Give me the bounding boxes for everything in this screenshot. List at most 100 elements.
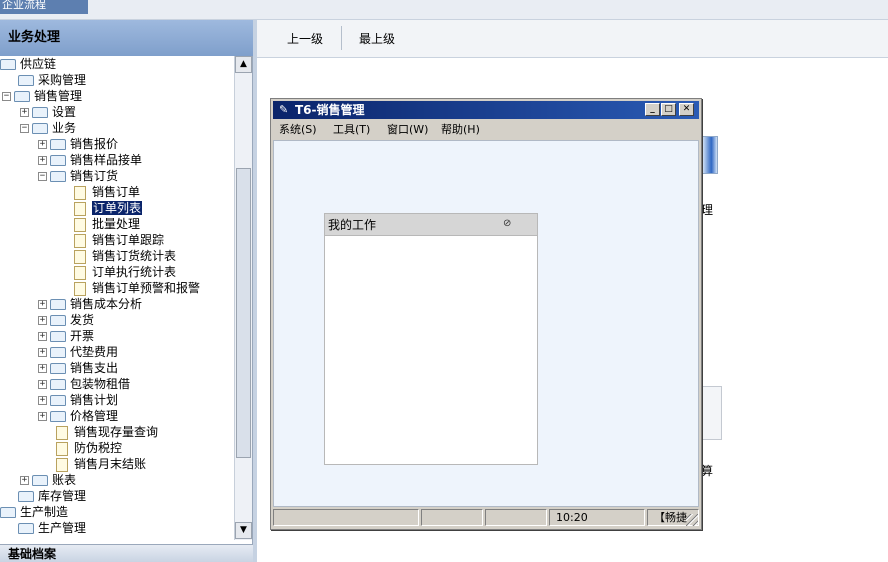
folder-icon (50, 411, 66, 422)
maximize-icon[interactable]: □ (661, 103, 676, 116)
folder-icon (18, 523, 34, 534)
collapse-icon[interactable]: − (38, 172, 47, 181)
collapse-icon[interactable]: − (20, 124, 29, 133)
expand-icon[interactable]: + (38, 316, 47, 325)
window-title-bar[interactable]: ✎ T6-销售管理 (273, 101, 699, 119)
document-icon (74, 233, 86, 248)
pin-icon[interactable]: ⊘ (503, 219, 515, 231)
tree-node-order-tracking[interactable]: 销售订单跟踪 (74, 232, 164, 248)
tree-node-business[interactable]: − 业务 (20, 120, 76, 136)
expand-icon[interactable]: + (38, 364, 47, 373)
my-work-header: 我的工作 ⊘ (325, 214, 537, 236)
tree-node-sales[interactable]: − 销售管理 (2, 88, 82, 104)
tree-node-settings[interactable]: + 设置 (20, 104, 76, 120)
menu-tools[interactable]: 工具(T) (333, 122, 370, 138)
my-work-panel: 我的工作 ⊘ (324, 213, 538, 465)
tree-node-advance-fees[interactable]: + 代垫费用 (38, 344, 118, 360)
document-icon (74, 217, 86, 232)
tree-node-stock-query[interactable]: 销售现存量查询 (56, 424, 158, 440)
folder-icon (50, 395, 66, 406)
tree-scrollbar[interactable]: ▲ ▼ (234, 56, 252, 540)
minimize-icon[interactable]: _ (645, 103, 660, 116)
tree-node-invoice[interactable]: + 开票 (38, 328, 94, 344)
expand-icon[interactable]: + (38, 348, 47, 357)
my-work-title: 我的工作 (328, 218, 377, 232)
tree-node-sales-expense[interactable]: + 销售支出 (38, 360, 118, 376)
document-icon (74, 185, 86, 200)
status-panel (421, 509, 483, 526)
module-icon[interactable] (702, 136, 718, 174)
tree-node-production[interactable]: 生产管理 (18, 520, 86, 536)
status-panel (273, 509, 419, 526)
folder-icon (0, 59, 16, 70)
tree-node-purchase[interactable]: 采购管理 (18, 72, 86, 88)
expand-icon[interactable]: + (38, 140, 47, 149)
expand-icon[interactable]: + (38, 396, 47, 405)
module-label-fragment: 理 (701, 203, 714, 217)
module-icon[interactable] (702, 386, 722, 440)
nav-separator (341, 26, 342, 50)
panel-header-business[interactable]: 业务处理 (0, 20, 253, 56)
tree-node-sales-order[interactable]: 销售订单 (74, 184, 140, 200)
tree-node-packaging[interactable]: + 包装物租借 (38, 376, 130, 392)
expand-icon[interactable]: + (38, 412, 47, 421)
tree-node-anti-fake-tax[interactable]: 防伪税控 (56, 440, 122, 456)
tree-node-order-alert[interactable]: 销售订单预警和报警 (74, 280, 200, 296)
expand-icon[interactable]: + (20, 108, 29, 117)
navigation-tree: 供应链 采购管理 − 销售管理 + 设置 − 业务 + 销售报价 + 销售样品接单 − 销售… (0, 56, 234, 540)
tree-node-supply-chain[interactable]: 供应链 (0, 56, 56, 72)
tree-node-batch[interactable]: 批量处理 (74, 216, 140, 232)
tree-node-shipping[interactable]: + 发货 (38, 312, 94, 328)
tree-node-order-list[interactable]: 订单列表 (74, 200, 143, 216)
panel-splitter[interactable] (253, 20, 257, 562)
panel-footer-basic-archives[interactable]: 基础档案 (0, 544, 253, 562)
window-title: T6-销售管理 (295, 103, 365, 117)
tree-node-month-close[interactable]: 销售月末结账 (56, 456, 146, 472)
nav-top-level-button[interactable]: 最上级 (359, 20, 395, 58)
document-icon (74, 201, 86, 216)
expand-icon[interactable]: + (38, 380, 47, 389)
expand-icon[interactable]: + (38, 156, 47, 165)
folder-icon (50, 155, 66, 166)
folder-icon (50, 299, 66, 310)
expand-icon[interactable]: + (38, 300, 47, 309)
tree-node-sales-ordering[interactable]: − 销售订货 (38, 168, 118, 184)
tree-node-cost-analysis[interactable]: + 销售成本分析 (38, 296, 142, 312)
tree-node-order-stats[interactable]: 销售订货统计表 (74, 248, 176, 264)
tree-node-inventory[interactable]: 库存管理 (18, 488, 86, 504)
collapse-icon[interactable]: − (2, 92, 11, 101)
folder-open-icon (0, 507, 16, 518)
tree-node-sales-quote[interactable]: + 销售报价 (38, 136, 118, 152)
menu-system[interactable]: 系统(S) (279, 122, 317, 138)
document-icon (56, 441, 68, 456)
scroll-down-arrow-icon[interactable]: ▼ (235, 522, 252, 539)
tree-node-manufacturing[interactable]: 生产制造 (0, 504, 68, 520)
scroll-up-arrow-icon[interactable]: ▲ (235, 56, 252, 73)
folder-icon (32, 475, 48, 486)
tree-node-exec-stats[interactable]: 订单执行统计表 (74, 264, 176, 280)
tree-node-price-mgmt[interactable]: + 价格管理 (38, 408, 118, 424)
sales-management-window: ✎ T6-销售管理 _ □ ✕ 系统(S) 工具(T) 窗口(W) 帮助(H) … (270, 98, 702, 530)
resize-grip-icon[interactable] (686, 514, 698, 526)
left-panel: 业务处理 供应链 采购管理 − 销售管理 + 设置 − 业务 + 销售报价 + 销售样品接… (0, 20, 253, 562)
folder-open-icon (32, 123, 48, 134)
folder-icon (50, 347, 66, 358)
folder-icon (50, 139, 66, 150)
status-time: 10:20 (549, 509, 645, 526)
tree-node-sales-plan[interactable]: + 销售计划 (38, 392, 118, 408)
folder-open-icon (50, 171, 66, 182)
top-tab-enterprise-flow[interactable]: 企业流程 (0, 0, 88, 14)
nav-up-level-button[interactable]: 上一级 (287, 20, 323, 58)
close-icon[interactable]: ✕ (679, 103, 694, 116)
tree-node-sample-order[interactable]: + 销售样品接单 (38, 152, 142, 168)
window-client-area: 我的工作 ⊘ (273, 140, 699, 507)
expand-icon[interactable]: + (20, 476, 29, 485)
menu-window[interactable]: 窗口(W) (387, 122, 428, 138)
menu-help[interactable]: 帮助(H) (441, 122, 480, 138)
folder-icon (50, 331, 66, 342)
status-panel (485, 509, 547, 526)
expand-icon[interactable]: + (38, 332, 47, 341)
document-icon (74, 249, 86, 264)
tree-node-reports[interactable]: + 账表 (20, 472, 76, 488)
scroll-thumb[interactable] (236, 168, 251, 458)
